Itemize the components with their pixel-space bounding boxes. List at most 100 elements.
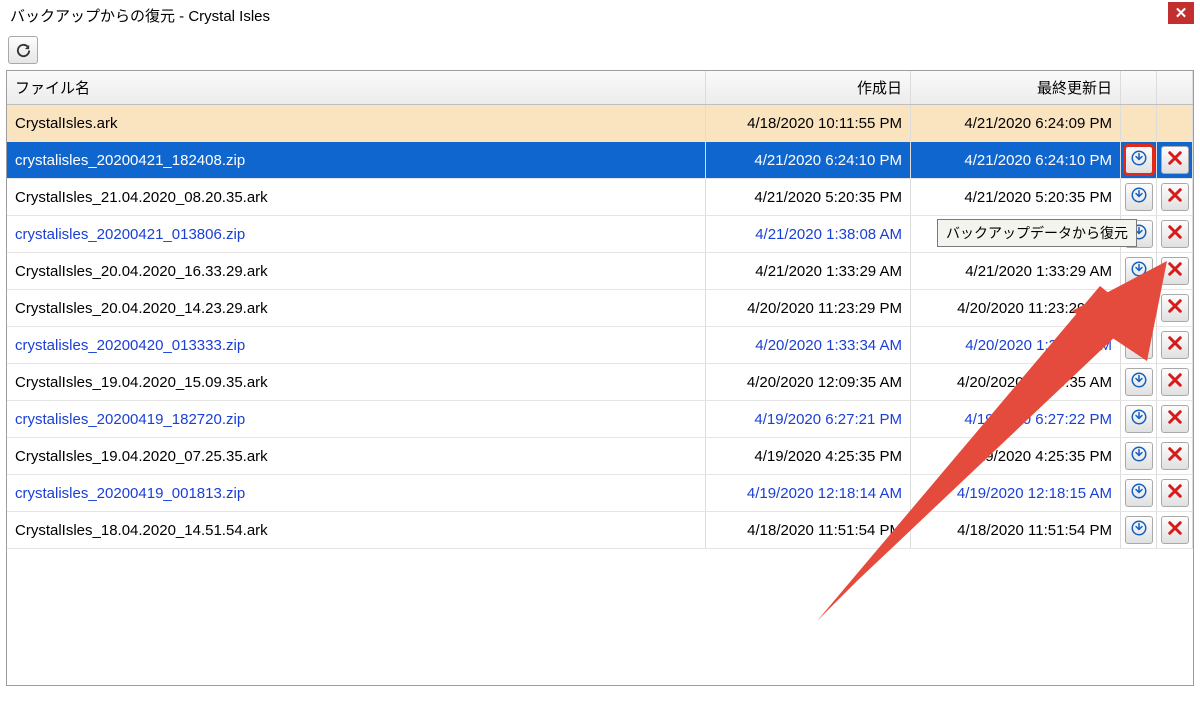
cell-modified: 4/19/2020 4:25:35 PM — [911, 438, 1121, 475]
table-row[interactable]: crystalisles_20200419_001813.zip4/19/202… — [7, 475, 1193, 512]
cell-created: 4/20/2020 1:33:34 AM — [706, 327, 911, 364]
column-header-delete — [1157, 71, 1193, 105]
download-icon — [1130, 149, 1148, 171]
download-icon — [1130, 297, 1148, 319]
cell-restore — [1121, 512, 1157, 549]
table-row[interactable]: CrystalIsles_20.04.2020_14.23.29.ark4/20… — [7, 290, 1193, 327]
cell-filename[interactable]: CrystalIsles_20.04.2020_14.23.29.ark — [7, 290, 706, 327]
download-icon — [1130, 408, 1148, 430]
delete-button[interactable] — [1161, 146, 1189, 174]
cell-delete — [1157, 327, 1193, 364]
restore-button[interactable] — [1125, 516, 1153, 544]
cell-created: 4/20/2020 11:23:29 PM — [706, 290, 911, 327]
cell-restore — [1121, 105, 1157, 142]
column-header-created[interactable]: 作成日 — [706, 71, 911, 105]
cell-created: 4/19/2020 12:18:14 AM — [706, 475, 911, 512]
cell-created: 4/21/2020 5:20:35 PM — [706, 179, 911, 216]
backup-table: ファイル名 作成日 最終更新日 CrystalIsles.ark4/18/202… — [7, 71, 1193, 549]
table-header-row: ファイル名 作成日 最終更新日 — [7, 71, 1193, 105]
column-header-restore — [1121, 71, 1157, 105]
cell-filename[interactable]: CrystalIsles_20.04.2020_16.33.29.ark — [7, 253, 706, 290]
x-icon — [1166, 260, 1184, 282]
table-row[interactable]: CrystalIsles_20.04.2020_16.33.29.ark4/21… — [7, 253, 1193, 290]
cell-filename[interactable]: CrystalIsles_19.04.2020_07.25.35.ark — [7, 438, 706, 475]
restore-button[interactable] — [1125, 368, 1153, 396]
cell-delete — [1157, 253, 1193, 290]
backup-grid: ファイル名 作成日 最終更新日 CrystalIsles.ark4/18/202… — [6, 70, 1194, 686]
restore-button[interactable] — [1125, 294, 1153, 322]
window-titlebar: バックアップからの復元 - Crystal Isles ✕ — [0, 0, 1200, 30]
download-icon — [1130, 260, 1148, 282]
cell-filename[interactable]: CrystalIsles.ark — [7, 105, 706, 142]
delete-button[interactable] — [1161, 220, 1189, 248]
cell-filename[interactable]: CrystalIsles_19.04.2020_15.09.35.ark — [7, 364, 706, 401]
cell-filename[interactable]: CrystalIsles_21.04.2020_08.20.35.ark — [7, 179, 706, 216]
restore-button[interactable] — [1125, 331, 1153, 359]
cell-filename[interactable]: CrystalIsles_18.04.2020_14.51.54.ark — [7, 512, 706, 549]
delete-button[interactable] — [1161, 442, 1189, 470]
cell-filename[interactable]: crystalisles_20200419_001813.zip — [7, 475, 706, 512]
delete-button[interactable] — [1161, 183, 1189, 211]
toolbar — [0, 30, 1200, 70]
column-header-file[interactable]: ファイル名 — [7, 71, 706, 105]
cell-restore — [1121, 253, 1157, 290]
download-icon — [1130, 519, 1148, 541]
cell-modified: 4/20/2020 11:23:29 PM — [911, 290, 1121, 327]
x-icon — [1166, 482, 1184, 504]
x-icon — [1166, 297, 1184, 319]
x-icon — [1166, 149, 1184, 171]
cell-delete — [1157, 401, 1193, 438]
refresh-button[interactable] — [8, 36, 38, 64]
download-icon — [1130, 334, 1148, 356]
delete-button[interactable] — [1161, 294, 1189, 322]
cell-filename[interactable]: crystalisles_20200421_013806.zip — [7, 216, 706, 253]
cell-filename[interactable]: crystalisles_20200420_013333.zip — [7, 327, 706, 364]
restore-button[interactable] — [1125, 405, 1153, 433]
column-header-modified[interactable]: 最終更新日 — [911, 71, 1121, 105]
delete-button[interactable] — [1161, 331, 1189, 359]
cell-created: 4/18/2020 10:11:55 PM — [706, 105, 911, 142]
x-icon — [1166, 334, 1184, 356]
restore-button[interactable] — [1125, 183, 1153, 211]
delete-button[interactable] — [1161, 479, 1189, 507]
cell-restore — [1121, 179, 1157, 216]
cell-restore — [1121, 290, 1157, 327]
table-row[interactable]: crystalisles_20200420_013333.zip4/20/202… — [7, 327, 1193, 364]
table-row[interactable]: CrystalIsles_18.04.2020_14.51.54.ark4/18… — [7, 512, 1193, 549]
table-row[interactable]: crystalisles_20200421_182408.zip4/21/202… — [7, 142, 1193, 179]
delete-button[interactable] — [1161, 257, 1189, 285]
cell-created: 4/21/2020 6:24:10 PM — [706, 142, 911, 179]
cell-delete — [1157, 290, 1193, 327]
table-row[interactable]: crystalisles_20200419_182720.zip4/19/202… — [7, 401, 1193, 438]
cell-filename[interactable]: crystalisles_20200421_182408.zip — [7, 142, 706, 179]
refresh-icon — [15, 42, 32, 59]
cell-restore — [1121, 142, 1157, 179]
cell-created: 4/19/2020 6:27:21 PM — [706, 401, 911, 438]
delete-button[interactable] — [1161, 516, 1189, 544]
delete-button[interactable] — [1161, 405, 1189, 433]
cell-restore — [1121, 475, 1157, 512]
cell-modified: 4/21/2020 5:20:35 PM — [911, 179, 1121, 216]
restore-button[interactable] — [1125, 146, 1153, 174]
cell-filename[interactable]: crystalisles_20200419_182720.zip — [7, 401, 706, 438]
table-row[interactable]: CrystalIsles.ark4/18/2020 10:11:55 PM4/2… — [7, 105, 1193, 142]
cell-modified: 4/21/2020 6:24:09 PM — [911, 105, 1121, 142]
x-icon — [1166, 519, 1184, 541]
cell-modified: 4/19/2020 6:27:22 PM — [911, 401, 1121, 438]
restore-button[interactable] — [1125, 257, 1153, 285]
table-row[interactable]: CrystalIsles_19.04.2020_15.09.35.ark4/20… — [7, 364, 1193, 401]
restore-button[interactable] — [1125, 442, 1153, 470]
download-icon — [1130, 482, 1148, 504]
cell-delete — [1157, 475, 1193, 512]
cell-delete — [1157, 364, 1193, 401]
table-row[interactable]: CrystalIsles_21.04.2020_08.20.35.ark4/21… — [7, 179, 1193, 216]
restore-tooltip: バックアップデータから復元 — [937, 219, 1137, 247]
table-row[interactable]: CrystalIsles_19.04.2020_07.25.35.ark 4/19… — [7, 438, 1193, 475]
restore-button[interactable] — [1125, 479, 1153, 507]
delete-button[interactable] — [1161, 368, 1189, 396]
x-icon — [1166, 371, 1184, 393]
x-icon — [1166, 186, 1184, 208]
cell-modified: 4/21/2020 1:33:29 AM — [911, 253, 1121, 290]
cell-created: 4/21/2020 1:33:29 AM — [706, 253, 911, 290]
close-button[interactable]: ✕ — [1168, 2, 1194, 24]
